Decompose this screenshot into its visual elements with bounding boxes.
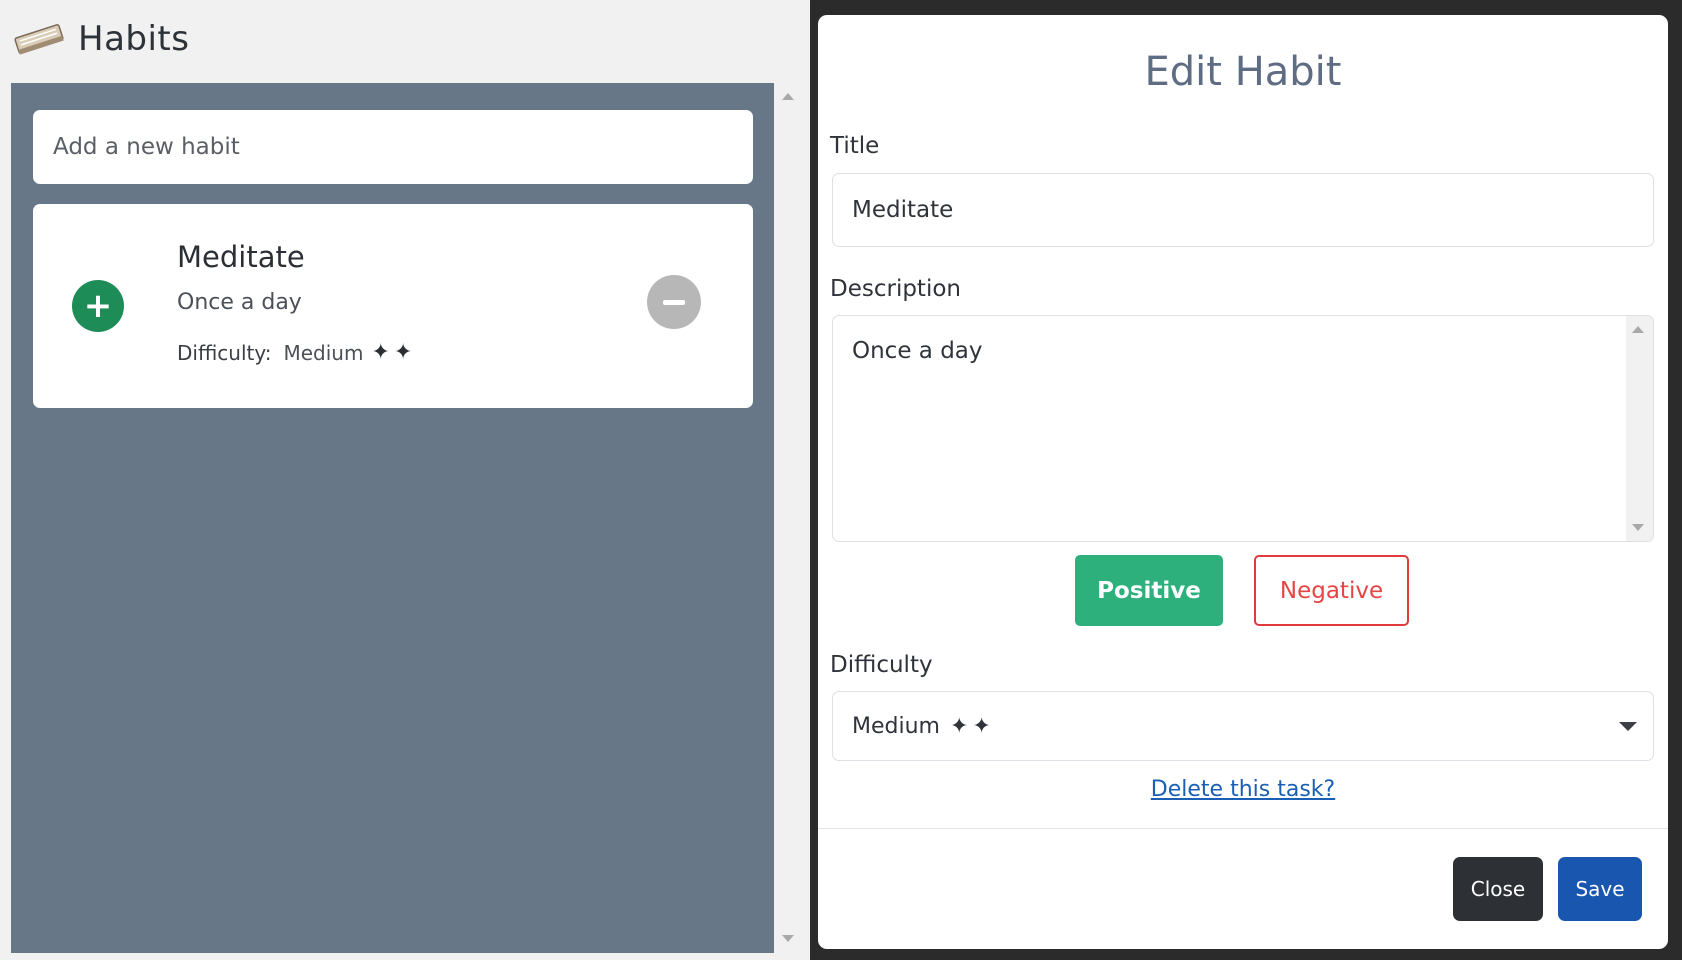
scroll-up-arrow-icon[interactable]	[1632, 326, 1644, 333]
difficulty-value: Medium	[283, 340, 364, 365]
chevron-down-icon	[1619, 722, 1637, 731]
difficulty-selected-value: Medium	[852, 713, 940, 739]
decrement-habit-button[interactable]	[647, 275, 701, 329]
negative-button[interactable]: Negative	[1254, 555, 1409, 626]
difficulty-label: Difficulty	[830, 652, 933, 678]
habit-description: Once a day	[177, 290, 302, 315]
habits-header: Habits	[12, 14, 189, 64]
scroll-up-arrow-icon[interactable]	[782, 93, 794, 100]
close-button[interactable]: Close	[1453, 857, 1543, 921]
sparkle-icon: ✦✦	[949, 713, 995, 739]
plus-icon: +	[83, 286, 113, 326]
title-label: Title	[830, 133, 880, 159]
habit-card[interactable]: + Meditate Once a day Difficulty: Medium…	[33, 204, 753, 408]
scroll-down-arrow-icon[interactable]	[1632, 524, 1644, 531]
positive-button[interactable]: Positive	[1075, 555, 1223, 626]
page-title: Habits	[78, 19, 190, 59]
textarea-scrollbar[interactable]	[1626, 316, 1653, 541]
description-textarea[interactable]: Once a day	[832, 315, 1654, 542]
habit-title: Meditate	[177, 240, 305, 274]
edit-habit-modal: Edit Habit Title Description Once a day …	[818, 15, 1668, 949]
book-icon	[14, 24, 64, 55]
minus-icon	[663, 299, 685, 305]
modal-title: Edit Habit	[1144, 49, 1342, 95]
divider	[818, 828, 1668, 829]
title-input[interactable]	[832, 173, 1654, 247]
difficulty-select[interactable]: Medium ✦✦	[832, 691, 1654, 761]
sparkle-icon: ✦✦	[371, 340, 417, 365]
difficulty-label: Difficulty:	[177, 340, 272, 365]
habits-panel: Habits + Meditate Once a day Difficulty:…	[0, 0, 810, 960]
increment-habit-button[interactable]: +	[72, 280, 124, 332]
habit-difficulty: Difficulty: Medium ✦✦	[177, 340, 416, 365]
save-button[interactable]: Save	[1558, 857, 1642, 921]
new-habit-input[interactable]	[33, 110, 753, 184]
delete-task-link[interactable]: Delete this task?	[818, 777, 1668, 802]
scroll-down-arrow-icon[interactable]	[782, 935, 794, 942]
description-label: Description	[830, 276, 961, 302]
